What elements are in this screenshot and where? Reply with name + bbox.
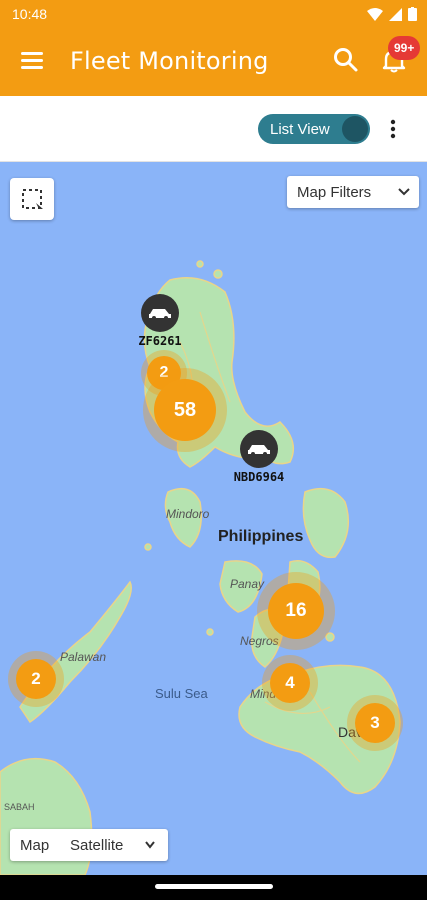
car-icon bbox=[141, 294, 179, 332]
battery-icon bbox=[408, 7, 417, 21]
list-view-toggle[interactable]: List View bbox=[258, 114, 370, 144]
cluster-count: 16 bbox=[268, 583, 324, 639]
more-options-icon[interactable] bbox=[384, 116, 402, 142]
system-nav-bar bbox=[0, 875, 427, 900]
view-toolbar: List View bbox=[0, 96, 427, 162]
cellular-icon bbox=[389, 7, 402, 21]
map-filters-label: Map Filters bbox=[297, 184, 372, 201]
map-label-sabah: SABAH bbox=[4, 802, 35, 812]
area-select-icon bbox=[22, 189, 43, 213]
samar-island bbox=[302, 487, 350, 559]
map-type-selector: Map Satellite bbox=[10, 829, 168, 861]
map-filters-dropdown[interactable]: Map Filters bbox=[287, 176, 419, 208]
app-bar: Fleet Monitoring 99+ bbox=[0, 28, 427, 96]
cluster-marker[interactable]: 4 bbox=[262, 655, 318, 711]
country-label: Philippines bbox=[218, 528, 304, 545]
cluster-marker[interactable]: 58 bbox=[143, 368, 227, 452]
map-label-palawan: Palawan bbox=[60, 650, 107, 664]
cluster-count: 3 bbox=[355, 703, 395, 743]
vehicle-plate: NBD6964 bbox=[233, 470, 285, 484]
status-time: 10:48 bbox=[12, 6, 48, 22]
map-label-mindoro: Mindoro bbox=[166, 507, 210, 521]
status-icons bbox=[367, 7, 417, 21]
vehicle-plate: ZF6261 bbox=[138, 334, 182, 348]
map-label-panay: Panay bbox=[230, 577, 265, 591]
map-type-satellite-option[interactable]: Satellite bbox=[70, 837, 123, 854]
vehicle-marker[interactable]: ZF6261 bbox=[134, 294, 186, 348]
app-title: Fleet Monitoring bbox=[70, 47, 269, 75]
car-icon bbox=[240, 430, 278, 468]
list-view-toggle-label: List View bbox=[270, 121, 330, 138]
cluster-marker[interactable]: 3 bbox=[347, 695, 403, 751]
status-bar: 10:48 bbox=[0, 0, 427, 28]
search-icon[interactable] bbox=[332, 46, 362, 76]
area-select-button[interactable] bbox=[10, 178, 54, 220]
map-base bbox=[0, 260, 401, 875]
toggle-knob bbox=[342, 116, 368, 142]
sea-label: Sulu Sea bbox=[155, 686, 208, 701]
map-type-map-option[interactable]: Map bbox=[20, 837, 49, 854]
cluster-count: 4 bbox=[270, 663, 310, 703]
cluster-count: 2 bbox=[16, 659, 56, 699]
cluster-marker[interactable]: 2 bbox=[8, 651, 64, 707]
notification-badge: 99+ bbox=[388, 36, 421, 60]
cluster-marker[interactable]: 16 bbox=[257, 572, 335, 650]
home-gesture-handle[interactable] bbox=[155, 884, 273, 889]
fleet-map[interactable]: Mindoro Panay Negros Palawan Mind Dav SA… bbox=[0, 162, 427, 875]
chevron-down-icon bbox=[398, 188, 410, 196]
chevron-down-icon[interactable] bbox=[144, 839, 156, 851]
hamburger-menu-icon[interactable] bbox=[18, 48, 52, 76]
wifi-icon bbox=[367, 7, 383, 21]
cluster-count: 58 bbox=[154, 379, 216, 441]
vehicle-marker[interactable]: NBD6964 bbox=[226, 430, 292, 484]
